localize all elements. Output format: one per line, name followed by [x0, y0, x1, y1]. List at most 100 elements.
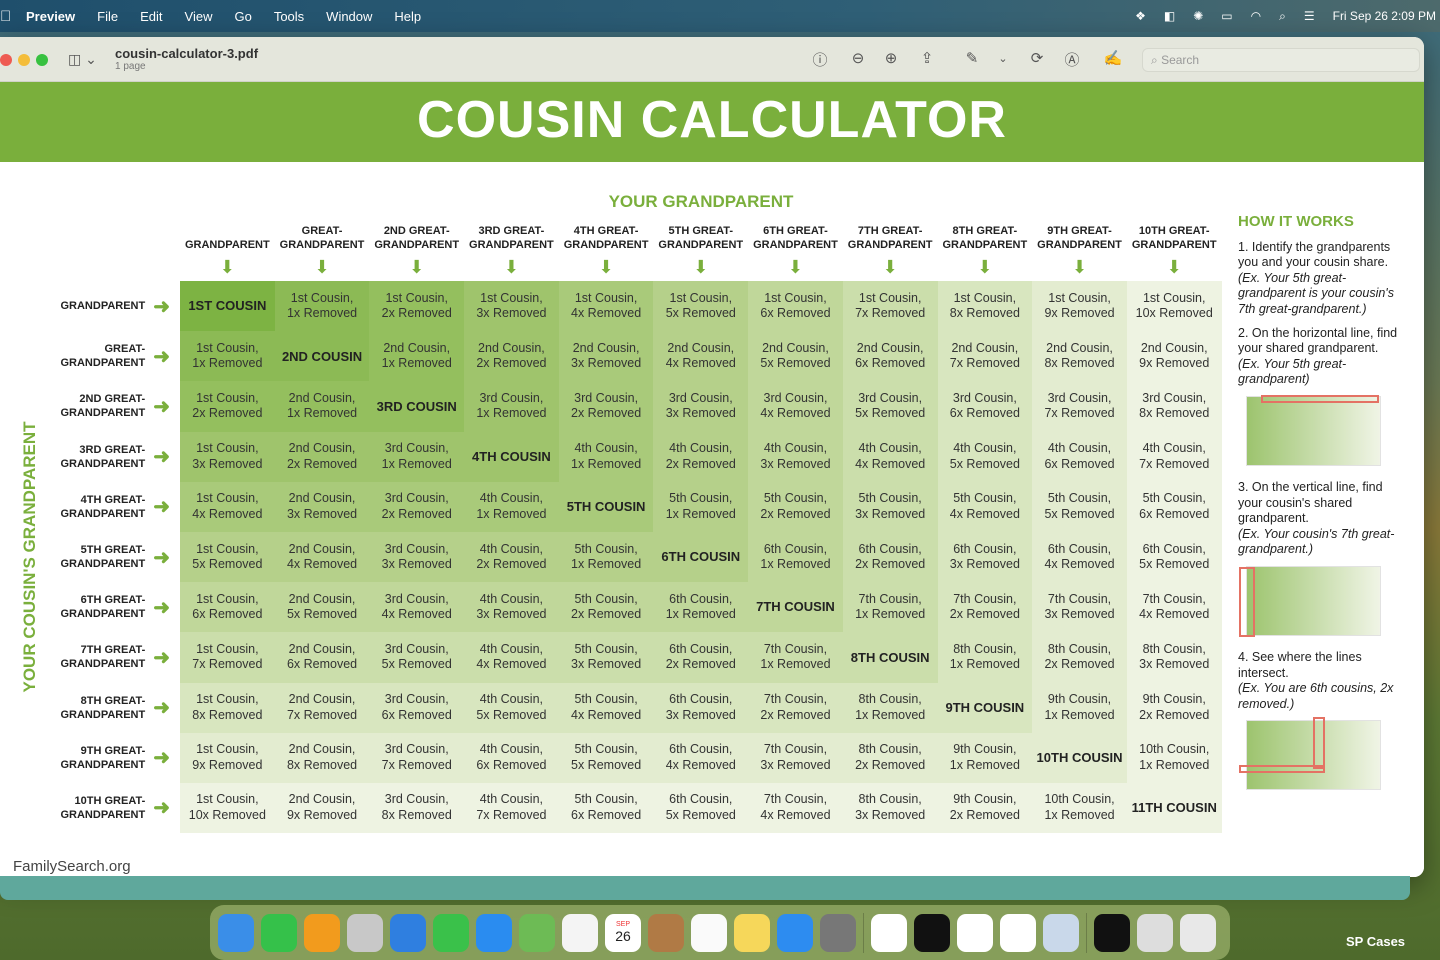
- background-window[interactable]: [0, 876, 1410, 900]
- row-header: 4TH GREAT- GRANDPARENT ➜: [40, 482, 170, 532]
- menu-tools[interactable]: Tools: [274, 9, 304, 24]
- minimize-button[interactable]: [18, 54, 30, 66]
- step-4: 4. See where the lines intersect. (Ex. Yo…: [1238, 650, 1408, 712]
- dock-messages-icon[interactable]: [433, 913, 469, 952]
- cousin-cell: 2nd Cousin, 9x Removed: [274, 782, 370, 834]
- cousin-cell: 4th Cousin, 5x Removed: [937, 431, 1033, 482]
- menu-edit[interactable]: Edit: [140, 9, 162, 24]
- cousin-cell-diagonal: 5TH COUSIN: [558, 481, 654, 532]
- clock[interactable]: Fri Sep 26 2:09 PM: [1333, 9, 1436, 23]
- chevron-down-icon[interactable]: ⌄: [993, 52, 1013, 65]
- calendar-month: SEP: [615, 921, 630, 928]
- dock-preview-icon[interactable]: [1043, 913, 1079, 952]
- cousin-cell: 8th Cousin, 3x Removed: [842, 782, 938, 834]
- dock-safari-icon[interactable]: [390, 913, 426, 952]
- step-example: (Ex. You are 6th cousins, 2x removed.): [1238, 681, 1394, 711]
- dock-app-store-icon[interactable]: [777, 913, 813, 952]
- dock-contacts-icon[interactable]: [648, 913, 684, 952]
- markup-pen-icon[interactable]: ✎: [962, 49, 982, 67]
- zoom-out-icon[interactable]: ⊖: [848, 49, 868, 67]
- cousin-cell: 1st Cousin, 9x Removed: [180, 732, 275, 783]
- bug-icon[interactable]: ✺: [1193, 9, 1203, 23]
- annotate-icon[interactable]: Ⓐ: [1062, 49, 1082, 70]
- row-header: 5TH GREAT- GRANDPARENT ➜: [40, 532, 170, 582]
- column-header-label: 2ND GREAT- GRANDPARENT: [374, 225, 460, 251]
- cousin-cell: 1st Cousin, 3x Removed: [180, 431, 275, 482]
- menu-go[interactable]: Go: [234, 9, 251, 24]
- dock-teams-icon[interactable]: [957, 913, 993, 952]
- dock-perplexity-icon[interactable]: [914, 913, 950, 952]
- down-arrow-icon: ⬇: [314, 257, 330, 277]
- step-text: 1. Identify the grandparents you and you…: [1238, 239, 1391, 270]
- dock-calendar-icon[interactable]: SEP 26: [605, 913, 641, 952]
- sidebar-toggle-icon[interactable]: ◫ ⌄: [68, 51, 97, 68]
- menu-view[interactable]: View: [185, 9, 213, 24]
- cousin-cell: 4th Cousin, 5x Removed: [464, 682, 559, 733]
- dropbox-icon[interactable]: ❖: [1135, 9, 1146, 23]
- wifi-icon[interactable]: ◠: [1251, 9, 1261, 23]
- cousin-cell-diagonal: 6TH COUSIN: [653, 531, 749, 583]
- cousin-cell: 4th Cousin, 7x Removed: [464, 782, 559, 834]
- zoom-button[interactable]: [36, 54, 48, 66]
- row-header-label: 2ND GREAT- GRANDPARENT: [60, 393, 146, 420]
- dock-word-icon[interactable]: [1000, 913, 1036, 952]
- cousin-cell: 5th Cousin, 3x Removed: [558, 632, 654, 683]
- dock-pages-icon[interactable]: [304, 913, 340, 952]
- dock-chatgpt-icon[interactable]: [1094, 913, 1130, 952]
- dock-launchpad-icon[interactable]: [347, 913, 383, 952]
- control-center-icon[interactable]: ☰: [1304, 9, 1315, 23]
- spotlight-icon[interactable]: ⌕: [1279, 9, 1286, 24]
- menu-file[interactable]: File: [97, 9, 118, 24]
- cousin-cell: 2nd Cousin, 4x Removed: [274, 531, 370, 583]
- row-header-label: 9TH GREAT- GRANDPARENT: [60, 744, 146, 771]
- menu-app-name[interactable]: Preview: [26, 9, 75, 24]
- cousin-cell: 1st Cousin, 2x Removed: [369, 281, 465, 332]
- cousin-cell: 3rd Cousin, 1x Removed: [464, 381, 559, 432]
- dock-numbers-icon[interactable]: [261, 913, 297, 952]
- column-header: 3RD GREAT- GRANDPARENT ⬇: [464, 222, 559, 276]
- menu-help[interactable]: Help: [394, 9, 421, 24]
- desktop-folder-sp-cases[interactable]: SP Cases: [1346, 934, 1405, 949]
- dock-mail-icon[interactable]: [476, 913, 512, 952]
- dock-printer-icon[interactable]: [1137, 913, 1173, 952]
- cousin-cell: 4th Cousin, 1x Removed: [464, 481, 559, 532]
- dock-maps-icon[interactable]: [519, 913, 555, 952]
- battery-icon[interactable]: ▭: [1221, 9, 1232, 23]
- sign-icon[interactable]: ✍: [1103, 49, 1123, 67]
- cousin-cell: 1st Cousin, 3x Removed: [464, 281, 559, 332]
- close-button[interactable]: [0, 54, 12, 66]
- menu-window[interactable]: Window: [326, 9, 372, 24]
- dock-system-settings-icon[interactable]: [820, 913, 856, 952]
- cousin-cell: 5th Cousin, 1x Removed: [653, 481, 749, 532]
- dock-notes-icon[interactable]: [734, 913, 770, 952]
- right-arrow-icon: ➜: [153, 697, 170, 720]
- cousin-cell: 5th Cousin, 6x Removed: [1126, 481, 1222, 532]
- dock-photos-icon[interactable]: [562, 913, 598, 952]
- row-header: 10TH GREAT- GRANDPARENT ➜: [40, 783, 170, 833]
- cousin-cell: 1st Cousin, 10x Removed: [1126, 281, 1222, 332]
- column-header: 6TH GREAT- GRANDPARENT ⬇: [748, 222, 843, 276]
- dock-keychain-icon[interactable]: [871, 913, 907, 952]
- dock-reminders-icon[interactable]: [691, 913, 727, 952]
- cousin-cell: 2nd Cousin, 1x Removed: [274, 381, 370, 432]
- cousin-cell: 5th Cousin, 6x Removed: [558, 782, 654, 834]
- zoom-in-icon[interactable]: ⊕: [881, 49, 901, 67]
- cousin-cell: 2nd Cousin, 1x Removed: [369, 331, 465, 382]
- down-arrow-icon: ⬇: [693, 257, 709, 277]
- cousin-cell: 5th Cousin, 2x Removed: [558, 582, 654, 633]
- apple-menu-icon[interactable]: : [0, 8, 11, 25]
- cousin-cell-diagonal: 4TH COUSIN: [464, 431, 559, 482]
- cousin-cell: 3rd Cousin, 1x Removed: [369, 431, 465, 482]
- search-input[interactable]: ⌕ Search: [1142, 48, 1420, 72]
- cousin-cell: 8th Cousin, 1x Removed: [842, 682, 938, 733]
- column-header-label: 8TH GREAT- GRANDPARENT: [942, 225, 1028, 251]
- info-icon[interactable]: ⓘ: [810, 49, 830, 70]
- share-icon[interactable]: ⇪: [917, 49, 937, 67]
- teams-icon[interactable]: ◧: [1164, 9, 1175, 23]
- step-example: (Ex. Your cousin's 7th great-grandparent…: [1238, 526, 1395, 557]
- row-header-label: 8TH GREAT- GRANDPARENT: [60, 694, 146, 721]
- column-header-label: GREAT- GRANDPARENT: [279, 225, 365, 251]
- dock-trash-icon[interactable]: [1180, 913, 1216, 952]
- rotate-icon[interactable]: ⟳: [1027, 49, 1047, 67]
- dock-finder-icon[interactable]: [218, 913, 254, 952]
